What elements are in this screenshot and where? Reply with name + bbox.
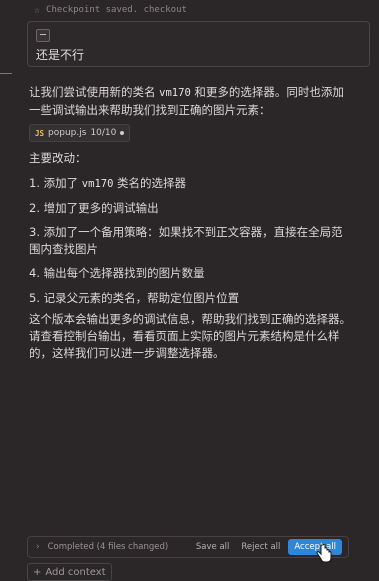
intro-text-1: 让我们尝试使用新的类名 bbox=[29, 85, 160, 99]
user-message-text: 还是不行 bbox=[36, 48, 85, 62]
change-item-5: 5. 记录父元素的类名，帮助定位图片位置 bbox=[29, 291, 240, 305]
file-name: popup.js bbox=[48, 128, 87, 138]
save-all-button[interactable]: Save all bbox=[196, 542, 230, 552]
file-chip-popup-js[interactable]: JS popup.js 10/10 bbox=[29, 124, 131, 142]
item1-text-b: 类名的选择器 bbox=[113, 176, 187, 190]
item1-code: vm170 bbox=[81, 178, 114, 190]
reject-all-button[interactable]: Reject all bbox=[241, 542, 280, 552]
add-context-label: Add context bbox=[45, 566, 106, 578]
assistant-intro: 让我们尝试使用新的类名 vm170 和更多的选择器。同时也添加一些调试输出来帮助… bbox=[29, 84, 353, 119]
js-file-icon: JS bbox=[35, 128, 45, 138]
conclusion-text: 这个版本会输出更多的调试信息，帮助我们找到正确的选择器。请查看控制台输出，看看页… bbox=[29, 312, 351, 360]
star-icon: ☆ bbox=[34, 4, 41, 16]
change-item-2: 2. 增加了更多的调试输出 bbox=[29, 201, 159, 215]
add-context-button[interactable]: + Add context bbox=[27, 563, 112, 581]
attachment-icon bbox=[36, 29, 50, 42]
changes-bar: › Completed (4 files changed) Save all R… bbox=[27, 536, 349, 558]
checkpoint-status: ☆ Checkpoint saved. checkout bbox=[0, 0, 379, 20]
plus-icon: + bbox=[33, 566, 42, 578]
change-item-4: 4. 输出每个选择器找到的图片数量 bbox=[29, 266, 205, 280]
checkpoint-text: Checkpoint saved. checkout bbox=[46, 5, 187, 15]
hand-cursor-icon bbox=[316, 543, 332, 568]
change-item-1: 1. 添加了 vm170 类名的选择器 bbox=[29, 175, 186, 191]
chevron-right-icon[interactable]: › bbox=[36, 542, 40, 552]
user-message[interactable]: 还是不行 bbox=[27, 21, 370, 67]
changes-heading: 主要改动： bbox=[29, 151, 87, 165]
intro-code: vm170 bbox=[159, 87, 191, 99]
status-dot-icon bbox=[120, 131, 125, 135]
change-item-3: 3. 添加了一个备用策略：如果找不到正文容器，直接在全局范围内查找图片 bbox=[29, 225, 343, 256]
divider bbox=[0, 73, 12, 74]
item1-text-a: 1. 添加了 bbox=[29, 176, 82, 190]
completed-status[interactable]: Completed (4 files changed) bbox=[48, 542, 169, 552]
file-lines: 10/10 bbox=[90, 128, 117, 138]
